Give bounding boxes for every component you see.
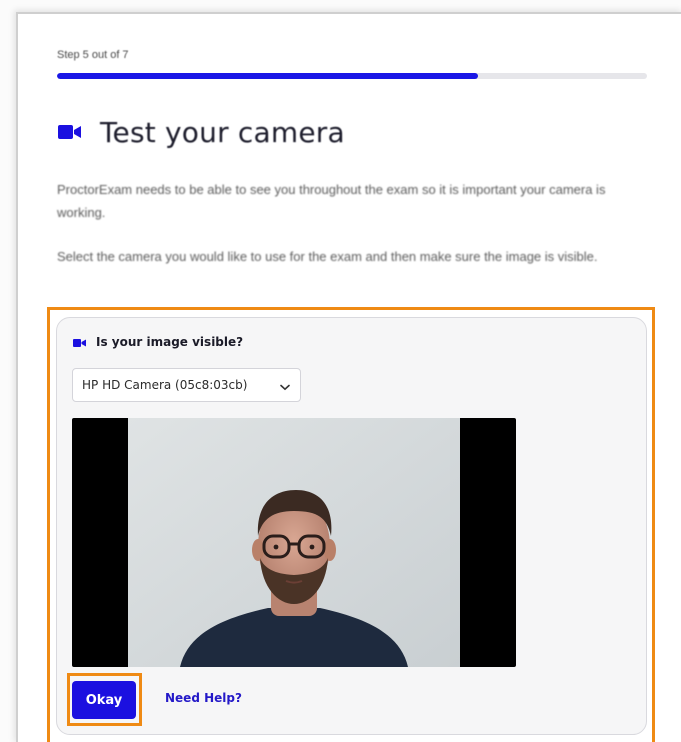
chevron-down-icon <box>280 376 290 395</box>
progress-bar-fill <box>57 73 479 79</box>
camera-check-header: Is your image visible? <box>73 333 243 351</box>
camera-test-page: Step 5 out of 7 Test your camera Proctor… <box>0 0 681 742</box>
video-camera-icon <box>73 333 86 352</box>
page-heading: Test your camera <box>58 112 345 152</box>
intro-paragraph-visibility: ProctorExam needs to be able to see you … <box>57 182 606 220</box>
page-title: Test your camera <box>100 115 345 149</box>
camera-select-value: HP HD Camera (05c8:03cb) <box>82 378 248 392</box>
intro-paragraph-select-camera: Select the camera you would like to use … <box>57 249 598 264</box>
okay-button[interactable]: Okay <box>72 681 136 719</box>
camera-select-dropdown[interactable]: HP HD Camera (05c8:03cb) <box>72 368 301 402</box>
camera-preview <box>72 418 516 667</box>
progress-bar <box>57 73 647 79</box>
camera-check-title: Is your image visible? <box>96 335 244 349</box>
video-camera-icon <box>58 122 82 142</box>
need-help-link[interactable]: Need Help? <box>165 691 242 705</box>
step-indicator: Step 5 out of 7 <box>57 49 129 61</box>
camera-feed-image <box>128 418 460 667</box>
